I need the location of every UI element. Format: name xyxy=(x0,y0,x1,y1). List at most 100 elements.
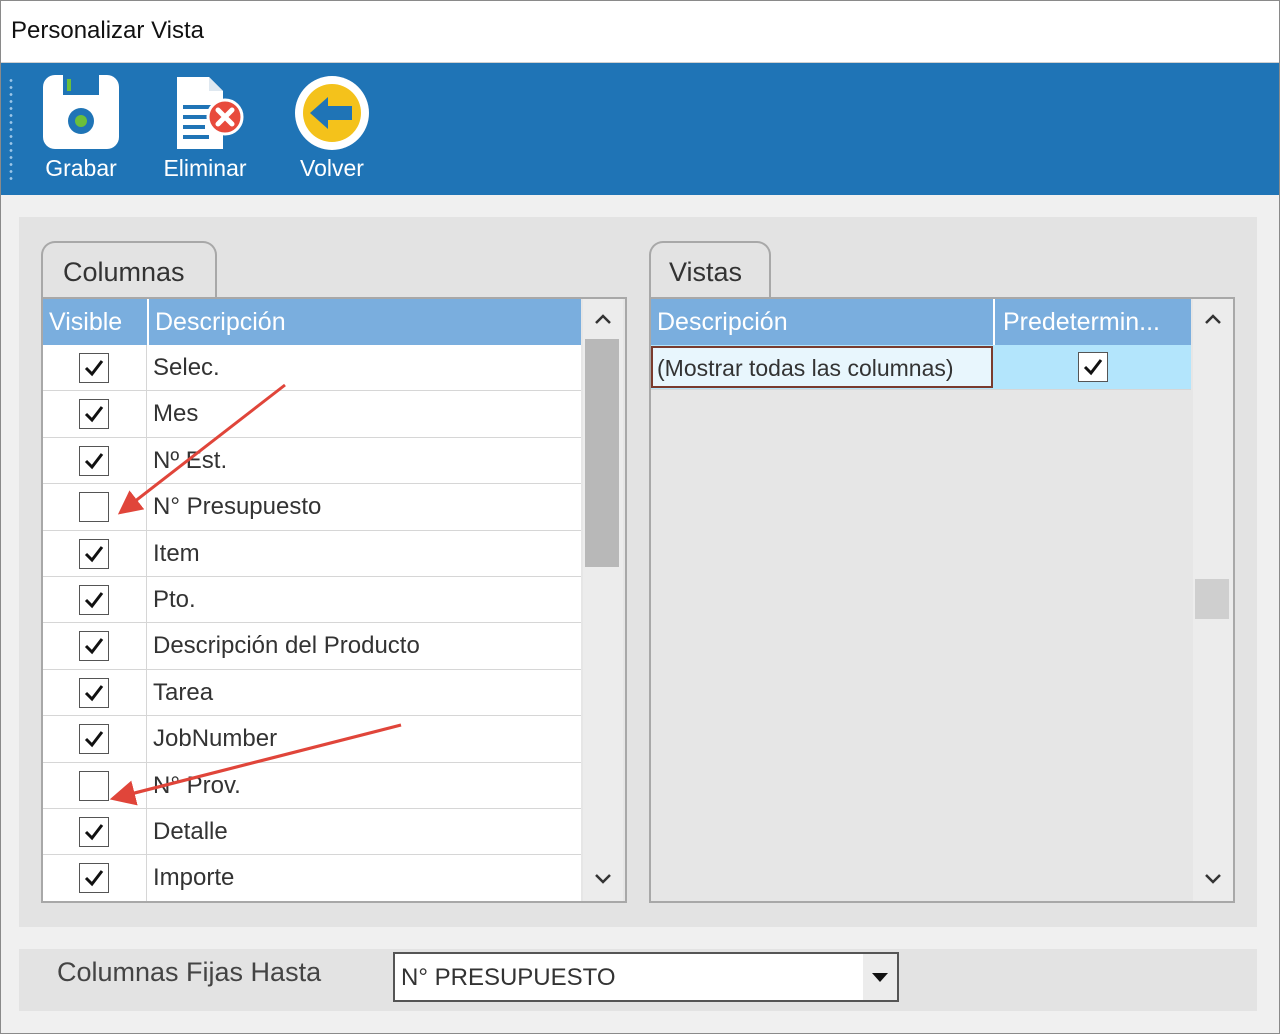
visible-checkbox[interactable] xyxy=(79,724,109,755)
column-description: Tarea xyxy=(153,678,214,706)
checkmark-icon xyxy=(84,684,104,702)
save-icon xyxy=(41,73,121,157)
table-row[interactable]: Pto. xyxy=(43,577,581,624)
table-row[interactable]: Descripción del Producto xyxy=(43,623,581,670)
views-grid: Descripción Predetermin... (Mostrar toda… xyxy=(649,297,1235,903)
fixed-columns-label: Columnas Fijas Hasta xyxy=(57,957,322,987)
fixed-columns-select[interactable]: N° PRESUPUESTO xyxy=(393,952,899,1002)
view-row-description-cell[interactable]: (Mostrar todas las columnas) xyxy=(651,346,993,388)
scroll-thumb[interactable] xyxy=(585,339,619,567)
visible-checkbox[interactable] xyxy=(79,863,109,894)
header-descripcion-vistas[interactable]: Descripción xyxy=(651,299,995,345)
visible-checkbox[interactable] xyxy=(79,770,109,801)
back-arrow-icon xyxy=(292,73,372,157)
content-area: Columnas Visible Descripción Selec. Mes Nº… xyxy=(19,217,1257,927)
save-button[interactable]: Grabar xyxy=(31,71,131,187)
table-row[interactable]: Detalle xyxy=(43,809,581,856)
tab-vistas[interactable]: Vistas xyxy=(649,241,771,299)
views-grid-header: Descripción Predetermin... xyxy=(651,299,1191,345)
table-row[interactable]: Nº Est. xyxy=(43,437,581,485)
views-scroll-thumb[interactable] xyxy=(1195,579,1229,619)
views-scrollbar[interactable] xyxy=(1193,299,1233,901)
dropdown-button[interactable] xyxy=(863,954,897,1000)
visible-cell xyxy=(43,669,147,716)
toolbar: Grabar Eliminar Volver xyxy=(1,63,1279,195)
checkmark-icon xyxy=(84,406,104,423)
view-row[interactable]: (Mostrar todas las columnas) xyxy=(651,345,1191,390)
header-descripcion[interactable]: Descripción xyxy=(149,299,581,345)
column-description: Selec. xyxy=(153,354,220,381)
views-scroll-down-button[interactable] xyxy=(1193,859,1233,901)
column-description: Pto. xyxy=(153,586,196,613)
visible-cell xyxy=(43,345,147,391)
default-view-checkbox[interactable] xyxy=(1078,352,1108,382)
checkmark-icon xyxy=(84,824,104,841)
column-description: N° Prov. xyxy=(153,771,241,799)
columns-grid: Visible Descripción Selec. Mes Nº Est. N° P… xyxy=(41,297,627,903)
scroll-down-button[interactable] xyxy=(583,859,623,901)
visible-cell xyxy=(43,391,147,437)
visible-checkbox[interactable] xyxy=(79,492,109,523)
dropdown-arrow-icon xyxy=(872,973,888,982)
column-description: JobNumber xyxy=(153,725,278,753)
visible-cell xyxy=(43,530,147,576)
tab-vistas-label: Vistas xyxy=(669,257,743,287)
visible-checkbox[interactable] xyxy=(79,585,109,615)
visible-checkbox[interactable] xyxy=(79,817,109,847)
save-button-label: Grabar xyxy=(45,155,117,181)
view-row-label: (Mostrar todas las columnas) xyxy=(657,355,954,381)
visible-checkbox[interactable] xyxy=(79,399,109,430)
table-row[interactable]: Tarea xyxy=(43,669,581,717)
visible-cell xyxy=(43,716,147,762)
fixed-columns-value: N° PRESUPUESTO xyxy=(401,964,616,991)
checkmark-icon xyxy=(84,545,104,562)
scroll-up-button[interactable] xyxy=(583,299,623,343)
table-row[interactable]: Item xyxy=(43,530,581,577)
visible-cell xyxy=(43,577,147,623)
visible-checkbox[interactable] xyxy=(79,538,109,569)
toolbar-grip[interactable] xyxy=(9,77,13,181)
table-row[interactable]: N° Presupuesto xyxy=(43,484,581,531)
views-scroll-up-button[interactable] xyxy=(1193,299,1233,343)
column-description: Importe xyxy=(153,864,235,892)
title-bar: Personalizar Vista xyxy=(1,1,1279,63)
checkmark-icon xyxy=(1083,359,1103,376)
column-description: Nº Est. xyxy=(153,446,228,474)
visible-cell xyxy=(43,809,147,855)
tab-columnas[interactable]: Columnas xyxy=(41,241,217,299)
window-title: Personalizar Vista xyxy=(11,17,204,44)
column-description: Mes xyxy=(153,400,199,428)
fixed-columns-bar: Columnas Fijas Hasta N° PRESUPUESTO xyxy=(19,949,1257,1011)
header-predeterminada[interactable]: Predetermin... xyxy=(997,299,1191,345)
delete-button[interactable]: Eliminar xyxy=(155,71,255,187)
visible-cell xyxy=(43,762,147,808)
visible-checkbox[interactable] xyxy=(79,353,109,383)
table-row[interactable]: JobNumber xyxy=(43,716,581,763)
delete-button-label: Eliminar xyxy=(163,155,247,181)
table-row[interactable]: Selec. xyxy=(43,345,581,392)
back-button[interactable]: Volver xyxy=(282,71,382,187)
table-row[interactable]: Importe xyxy=(43,855,581,901)
checkmark-icon xyxy=(84,638,104,655)
visible-cell xyxy=(43,855,147,901)
checkmark-icon xyxy=(84,452,104,470)
visible-checkbox[interactable] xyxy=(79,445,109,476)
columns-scrollbar[interactable] xyxy=(583,299,623,901)
visible-cell xyxy=(43,484,147,530)
visible-cell xyxy=(43,437,147,484)
checkmark-icon xyxy=(84,592,104,609)
column-description: N° Presupuesto xyxy=(153,493,322,521)
checkmark-icon xyxy=(84,360,104,377)
back-button-label: Volver xyxy=(300,155,364,181)
columns-grid-header: Visible Descripción xyxy=(43,299,581,345)
header-visible[interactable]: Visible xyxy=(43,299,149,345)
dialog-window: Personalizar Vista Grabar Eliminar Volve… xyxy=(0,0,1280,1034)
visible-checkbox[interactable] xyxy=(79,631,109,662)
delete-document-icon xyxy=(163,73,247,157)
column-description: Item xyxy=(153,539,200,567)
visible-checkbox[interactable] xyxy=(79,677,109,708)
visible-cell xyxy=(43,623,147,669)
tab-columnas-label: Columnas xyxy=(63,257,185,287)
table-row[interactable]: N° Prov. xyxy=(43,762,581,809)
table-row[interactable]: Mes xyxy=(43,391,581,438)
